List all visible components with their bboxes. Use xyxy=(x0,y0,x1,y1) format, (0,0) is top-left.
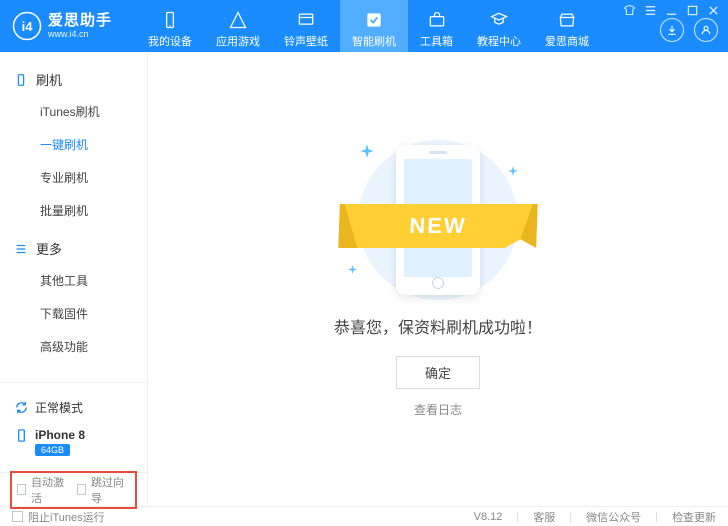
auto-activate-checkbox[interactable]: 自动激活 xyxy=(17,474,65,506)
sparkle-icon xyxy=(508,166,518,176)
checkbox-label: 阻止iTunes运行 xyxy=(28,509,105,525)
sidebar-item-other-tools[interactable]: 其他工具 xyxy=(0,264,147,297)
tshirt-icon[interactable] xyxy=(623,4,636,17)
user-button[interactable] xyxy=(694,18,718,42)
tab-flash[interactable]: 智能刷机 xyxy=(340,0,408,52)
device-info-row[interactable]: iPhone 8 64GB xyxy=(0,422,147,462)
wechat-link[interactable]: 微信公众号 xyxy=(586,509,641,525)
svg-text:i4: i4 xyxy=(22,19,34,34)
tab-label: 我的设备 xyxy=(148,33,192,49)
sidebar-group-more[interactable]: 更多 xyxy=(0,233,147,264)
device-mode-row[interactable]: 正常模式 xyxy=(0,393,147,422)
download-button[interactable] xyxy=(660,18,684,42)
sparkle-icon xyxy=(348,265,357,274)
confirm-button[interactable]: 确定 xyxy=(396,356,480,389)
phone-icon xyxy=(14,428,29,443)
skip-guide-checkbox[interactable]: 跳过向导 xyxy=(77,474,125,506)
brand-url: www.i4.cn xyxy=(48,30,112,39)
sidebar-group-flash[interactable]: 刷机 xyxy=(0,64,147,95)
device-mode-text: 正常模式 xyxy=(35,399,83,416)
result-title: 恭喜您，保资料刷机成功啦！ xyxy=(334,314,542,338)
check-update-link[interactable]: 检查更新 xyxy=(672,509,716,525)
sidebar-item-advanced[interactable]: 高级功能 xyxy=(0,330,147,363)
sidebar-group-label: 更多 xyxy=(36,239,62,258)
sidebar-item-batch-flash[interactable]: 批量刷机 xyxy=(0,194,147,227)
titlebar: i4 爱思助手 www.i4.cn 我的设备 应用游戏 铃声壁纸 智能刷机 工具… xyxy=(0,0,728,52)
brand-name: 爱思助手 xyxy=(48,13,112,28)
window-controls xyxy=(623,4,720,17)
sidebar-item-itunes-flash[interactable]: iTunes刷机 xyxy=(0,95,147,128)
customer-service-link[interactable]: 客服 xyxy=(533,509,555,525)
block-itunes-checkbox[interactable]: 阻止iTunes运行 xyxy=(12,509,105,525)
device-capacity-badge: 64GB xyxy=(35,444,70,456)
tab-label: 教程中心 xyxy=(477,33,521,49)
tab-label: 爱思商城 xyxy=(545,33,589,49)
logo-icon: i4 xyxy=(12,11,42,41)
tab-tutorials[interactable]: 教程中心 xyxy=(465,0,533,52)
sparkle-icon xyxy=(360,144,374,158)
top-tabs: 我的设备 应用游戏 铃声壁纸 智能刷机 工具箱 教程中心 爱思商城 xyxy=(136,0,601,52)
tab-ringtones[interactable]: 铃声壁纸 xyxy=(272,0,340,52)
device-name: iPhone 8 xyxy=(35,428,85,442)
tab-label: 工具箱 xyxy=(420,33,453,49)
tab-apps[interactable]: 应用游戏 xyxy=(204,0,272,52)
device-status-block: 正常模式 iPhone 8 64GB xyxy=(0,382,147,472)
sidebar-group-label: 刷机 xyxy=(36,70,62,89)
tab-my-device[interactable]: 我的设备 xyxy=(136,0,204,52)
sidebar: 刷机 iTunes刷机 一键刷机 专业刷机 批量刷机 更多 其他工具 下载固件 … xyxy=(0,52,148,506)
content-pane: NEW 恭喜您，保资料刷机成功啦！ 确定 查看日志 xyxy=(148,52,728,506)
tab-label: 应用游戏 xyxy=(216,33,260,49)
menu-icon[interactable] xyxy=(644,4,657,17)
maximize-icon[interactable] xyxy=(686,4,699,17)
checkbox-label: 跳过向导 xyxy=(91,474,125,506)
tab-label: 智能刷机 xyxy=(352,33,396,49)
new-ribbon: NEW xyxy=(338,204,538,248)
success-illustration: NEW xyxy=(338,140,538,300)
tab-toolbox[interactable]: 工具箱 xyxy=(408,0,465,52)
refresh-icon xyxy=(14,400,29,415)
highlighted-options: 自动激活 跳过向导 xyxy=(10,471,137,509)
app-logo: i4 爱思助手 www.i4.cn xyxy=(12,11,112,41)
checkbox-label: 自动激活 xyxy=(31,474,65,506)
sidebar-item-download-fw[interactable]: 下载固件 xyxy=(0,297,147,330)
statusbar: 阻止iTunes运行 V8.12 | 客服 | 微信公众号 | 检查更新 xyxy=(0,506,728,526)
view-log-link[interactable]: 查看日志 xyxy=(414,401,462,418)
sidebar-item-oneclick-flash[interactable]: 一键刷机 xyxy=(0,128,147,161)
version-label: V8.12 xyxy=(474,511,503,523)
tab-label: 铃声壁纸 xyxy=(284,33,328,49)
main-area: 刷机 iTunes刷机 一键刷机 专业刷机 批量刷机 更多 其他工具 下载固件 … xyxy=(0,52,728,506)
tab-store[interactable]: 爱思商城 xyxy=(533,0,601,52)
minimize-icon[interactable] xyxy=(665,4,678,17)
options-row: 自动激活 跳过向导 xyxy=(0,472,147,506)
sidebar-item-pro-flash[interactable]: 专业刷机 xyxy=(0,161,147,194)
close-icon[interactable] xyxy=(707,4,720,17)
